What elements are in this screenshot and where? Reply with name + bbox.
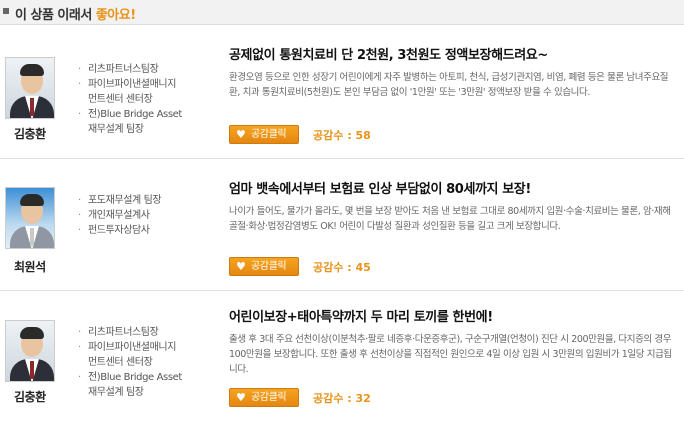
avatar xyxy=(5,187,55,249)
profile-item: · 파이브파이낸셜매니지 xyxy=(78,79,177,90)
profile-item: · 파이브파이낸셜매니지 xyxy=(78,342,177,353)
section-header: 이 상품 이래서 좋아요! xyxy=(0,0,684,25)
profile-item: · 포도재무설계 팀장 xyxy=(78,195,162,206)
profile-item: · 펀드투자상담사 xyxy=(78,225,150,236)
review-content: 엄마 뱃속에서부터 보험료 인상 부담없이 80세까지 보장! 나이가 들어도,… xyxy=(229,178,677,234)
like-button-label: 공감클릭 xyxy=(251,129,287,140)
review-content: 공제없이 통원치료비 단 2천원, 3천원도 정액보장해드려요~ 환경오염 등으… xyxy=(229,44,677,100)
profile-item: · 전)Blue Bridge Asset xyxy=(78,109,182,120)
review-title: 공제없이 통원치료비 단 2천원, 3천원도 정액보장해드려요~ xyxy=(229,48,548,63)
review-content: 어린이보장+태아특약까지 두 마리 토끼를 한번에! 출생 후 3대 주요 선천… xyxy=(229,306,677,377)
like-count: 공감수 : 58 xyxy=(313,129,371,142)
like-button[interactable]: ♥ 공감클릭 xyxy=(229,388,299,407)
review-description: 환경오염 등으로 인한 성장기 어린이에게 자주 발병하는 아토피, 천식, 급… xyxy=(229,72,669,98)
profile-item: 재무설계 팀장 xyxy=(88,124,144,135)
advisor-profile: · 리츠파트너스팀장 · 파이브파이낸셜매니지 먼트센터 센터장 · 전)Blue B… xyxy=(78,62,182,137)
advisor-name: 김충환 xyxy=(14,127,46,141)
heart-icon: ♥ xyxy=(236,260,246,273)
review-title: 어린이보장+태아특약까지 두 마리 토끼를 한번에! xyxy=(229,310,493,325)
like-button[interactable]: ♥ 공감클릭 xyxy=(229,125,299,144)
heart-icon: ♥ xyxy=(236,128,246,141)
section-title-highlight: 좋아요! xyxy=(95,8,136,23)
like-button[interactable]: ♥ 공감클릭 xyxy=(229,257,299,276)
review-row: 최원석 · 포도재무설계 팀장 · 개인재무설계사 · 펀드투자상담사 엄마 뱃속에서… xyxy=(0,160,684,291)
review-row: 김충환 · 리츠파트너스팀장 · 파이브파이낸셜매니지 먼트센터 센터장 · 전)Bl… xyxy=(0,292,684,423)
profile-item: 먼트센터 센터장 xyxy=(88,94,153,105)
profile-item: · 리츠파트너스팀장 xyxy=(78,327,159,338)
profile-item: · 리츠파트너스팀장 xyxy=(78,64,159,75)
advisor-name: 최원석 xyxy=(14,260,46,274)
profile-item: 먼트센터 센터장 xyxy=(88,357,153,368)
bullet-square-icon xyxy=(3,8,9,14)
heart-icon: ♥ xyxy=(236,391,246,404)
section-title-prefix: 이 상품 이래서 xyxy=(15,8,92,23)
like-count: 공감수 : 32 xyxy=(313,392,371,405)
avatar xyxy=(5,57,55,119)
review-description: 출생 후 3대 주요 선천이상(이분척추·팔로 네증후·다운증후군), 구순구개… xyxy=(229,334,672,375)
advisor-profile: · 리츠파트너스팀장 · 파이브파이낸셜매니지 먼트센터 센터장 · 전)Blue B… xyxy=(78,325,182,400)
review-title: 엄마 뱃속에서부터 보험료 인상 부담없이 80세까지 보장! xyxy=(229,182,531,197)
like-button-label: 공감클릭 xyxy=(251,261,287,272)
review-row: 김충환 · 리츠파트너스팀장 · 파이브파이낸셜매니지 먼트센터 센터장 · 전)Bl… xyxy=(0,26,684,159)
advisor-name: 김충환 xyxy=(14,390,46,404)
avatar xyxy=(5,320,55,382)
advisor-profile: · 포도재무설계 팀장 · 개인재무설계사 · 펀드투자상담사 xyxy=(78,193,162,238)
profile-item: 재무설계 팀장 xyxy=(88,387,144,398)
section-title: 이 상품 이래서 좋아요! xyxy=(15,4,136,23)
like-button-label: 공감클릭 xyxy=(251,392,287,403)
profile-item: · 전)Blue Bridge Asset xyxy=(78,372,182,383)
review-description: 나이가 들어도, 물가가 올라도, 몇 번을 보장 받아도 처음 낸 보험료 그… xyxy=(229,206,671,232)
profile-item: · 개인재무설계사 xyxy=(78,210,150,221)
like-count: 공감수 : 45 xyxy=(313,261,371,274)
